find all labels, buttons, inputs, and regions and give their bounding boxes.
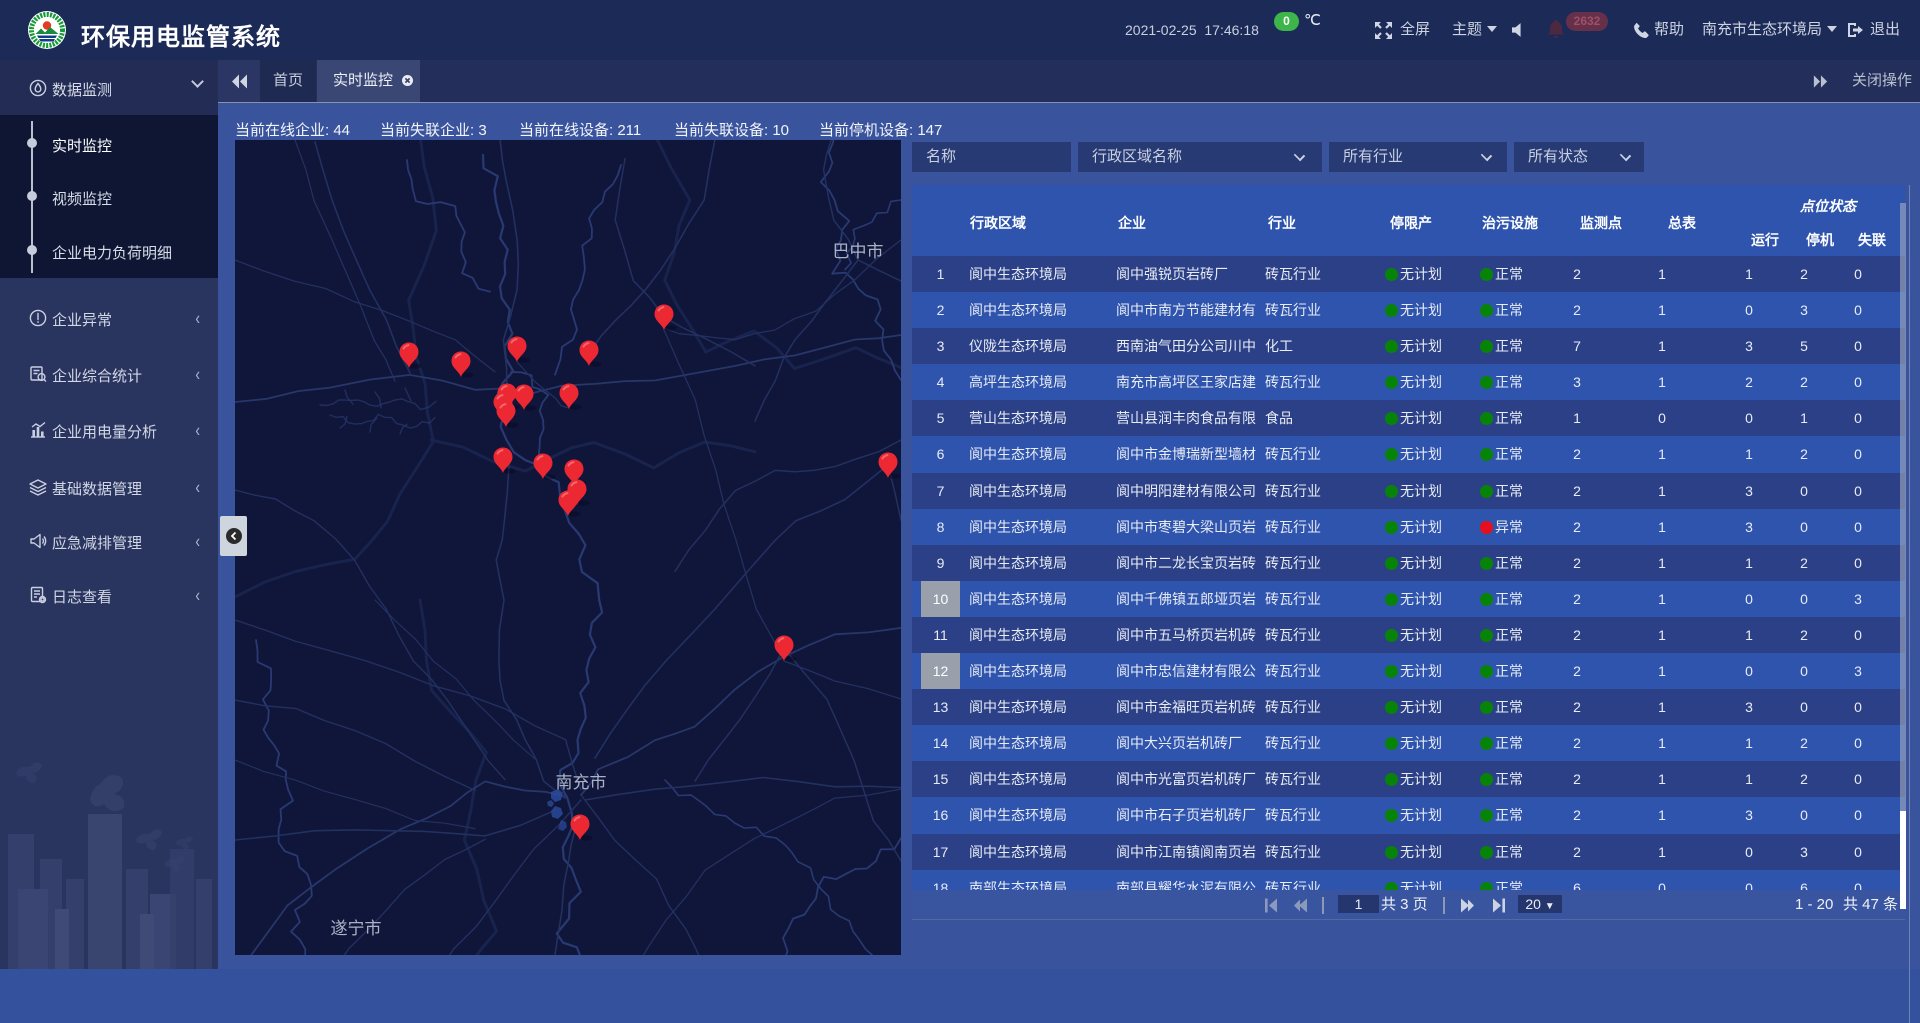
svg-text:巴中市: 巴中市	[833, 242, 884, 261]
svg-text:遂宁市: 遂宁市	[331, 919, 382, 938]
svg-text:南充市: 南充市	[556, 773, 607, 792]
